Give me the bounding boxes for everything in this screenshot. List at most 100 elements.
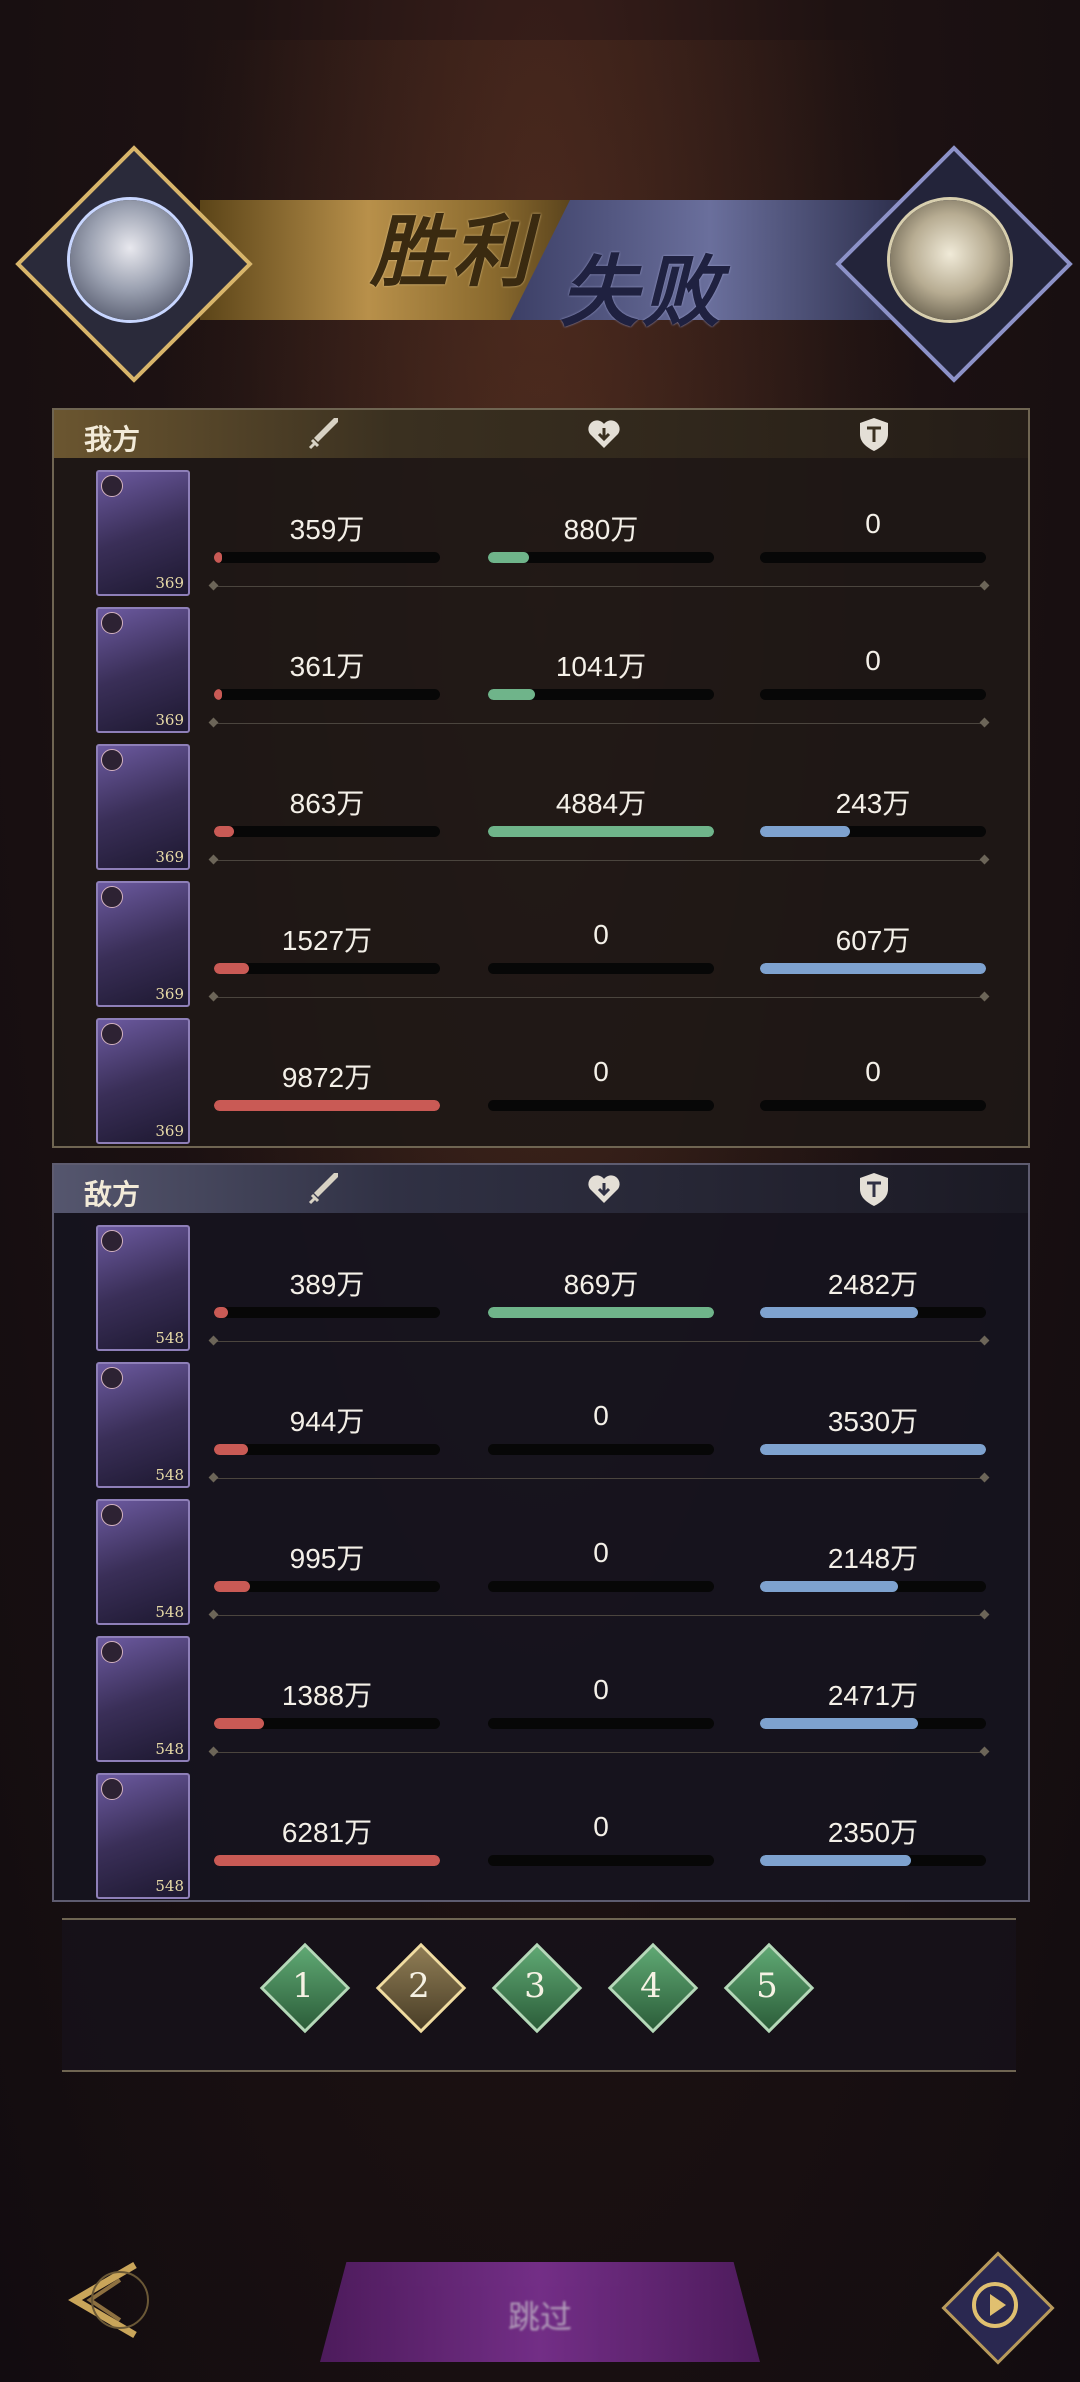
shield-stat-value: 2482万: [827, 1269, 919, 1300]
shield-stat-value: 2350万: [827, 1817, 919, 1848]
heal-stat-value: 869万: [563, 1269, 639, 1300]
hero-portrait[interactable]: 369: [96, 470, 190, 596]
damage-stat-bar-fill: [214, 1581, 250, 1592]
shield-stat-bar: [760, 1718, 986, 1729]
damage-stat: 9872万: [214, 1046, 440, 1111]
hero-class-badge-icon: [101, 1023, 123, 1045]
heal-stat: 0: [488, 1046, 714, 1111]
damage-stat: 389万: [214, 1253, 440, 1318]
hero-portrait[interactable]: 548: [96, 1773, 190, 1899]
heal-stat-bar-fill: [488, 1307, 714, 1318]
damage-stat-value: 944万: [289, 1406, 365, 1437]
hero-level: 369: [155, 848, 184, 866]
heal-stat: 0: [488, 1664, 714, 1729]
row-divider: [214, 1341, 984, 1342]
hero-class-badge-icon: [101, 1504, 123, 1526]
row-divider: [214, 1478, 984, 1479]
round-number: 4: [640, 1966, 662, 2006]
shield-stat-bar-fill: [760, 1307, 919, 1318]
damage-stat-bar: [214, 689, 440, 700]
hero-level: 548: [155, 1877, 184, 1895]
heal-stat-bar: [488, 1718, 714, 1729]
damage-stat-value: 389万: [289, 1269, 365, 1300]
damage-stat: 1527万: [214, 909, 440, 974]
hero-portrait[interactable]: 548: [96, 1636, 190, 1762]
heal-stat-bar: [488, 1100, 714, 1111]
shield-stat-value: 0: [865, 645, 881, 676]
our-team-title: 我方: [84, 424, 141, 455]
stats-row: 369 863万 4884万 243万: [54, 732, 1028, 870]
shield-stat-bar-fill: [760, 1444, 986, 1455]
round-button-5[interactable]: 5: [723, 1942, 815, 2034]
shield-stat-value: 3530万: [827, 1406, 919, 1437]
round-number: 3: [524, 1966, 546, 2006]
shield-stat-value: 0: [865, 1056, 881, 1087]
damage-stat: 361万: [214, 635, 440, 700]
heal-stat: 869万: [488, 1253, 714, 1318]
hero-class-badge-icon: [101, 612, 123, 634]
hero-portrait[interactable]: 369: [96, 881, 190, 1007]
row-divider: [214, 997, 984, 998]
stats-row: 369 359万 880万 0: [54, 458, 1028, 596]
round-button-2[interactable]: 2: [375, 1942, 467, 2034]
hero-class-badge-icon: [101, 1641, 123, 1663]
damage-stat-bar-fill: [214, 963, 250, 974]
skip-button[interactable]: 跳过: [320, 2262, 760, 2362]
shield-stat-bar: [760, 552, 986, 563]
heal-stat-bar: [488, 1444, 714, 1455]
heal-stat: 0: [488, 1390, 714, 1455]
heal-stat: 4884万: [488, 772, 714, 837]
damage-stat-value: 361万: [289, 651, 365, 682]
shield-stat-bar: [760, 963, 986, 974]
sword-icon: [308, 1173, 338, 1205]
result-header: 胜利 失败: [15, 145, 1073, 383]
damage-stat: 6281万: [214, 1801, 440, 1866]
shield-stat: 2148万: [760, 1527, 986, 1592]
heal-stat-value: 0: [593, 1056, 609, 1087]
stats-row: 369 9872万 0 0: [54, 1006, 1028, 1144]
shield-stat-bar: [760, 1444, 986, 1455]
damage-stat-bar-fill: [214, 1718, 264, 1729]
row-divider: [214, 1752, 984, 1753]
round-button-1[interactable]: 1: [259, 1942, 351, 2034]
damage-stat-bar: [214, 1307, 440, 1318]
hero-portrait[interactable]: 369: [96, 607, 190, 733]
round-button-3[interactable]: 3: [491, 1942, 583, 2034]
hero-class-badge-icon: [101, 475, 123, 497]
hero-level: 548: [155, 1329, 184, 1347]
shield-stat: 2350万: [760, 1801, 986, 1866]
damage-stat-bar-fill: [214, 552, 223, 563]
back-arrow-icon[interactable]: [40, 2250, 160, 2350]
shield-stat-bar: [760, 1100, 986, 1111]
damage-stat: 359万: [214, 498, 440, 563]
stats-row: 548 944万 0 3530万: [54, 1350, 1028, 1488]
our-team-header: 我方: [54, 410, 1028, 458]
shield-stat-value: 243万: [835, 788, 911, 819]
heal-stat-bar: [488, 1307, 714, 1318]
defeat-text: 失败: [560, 247, 725, 338]
hero-portrait[interactable]: 548: [96, 1499, 190, 1625]
our-team-panel: 我方 369 359万 880万 0 369 361万 1041万 0 369 863万 4884万…: [52, 408, 1030, 1148]
shield-stat: 2482万: [760, 1253, 986, 1318]
stats-row: 369 361万 1041万 0: [54, 595, 1028, 733]
stats-row: 548 995万 0 2148万: [54, 1487, 1028, 1625]
heal-stat-bar: [488, 1581, 714, 1592]
damage-stat: 944万: [214, 1390, 440, 1455]
replay-button[interactable]: [940, 2250, 1055, 2365]
round-selector: 1 2 3 4 5: [62, 1918, 1016, 2072]
hero-portrait[interactable]: 369: [96, 1018, 190, 1144]
damage-stat-bar: [214, 1100, 440, 1111]
stats-row: 548 389万 869万 2482万: [54, 1213, 1028, 1351]
hero-portrait[interactable]: 369: [96, 744, 190, 870]
round-number: 5: [756, 1966, 778, 2006]
shield-stat: 243万: [760, 772, 986, 837]
shield-stat-bar: [760, 826, 986, 837]
heal-stat: 0: [488, 909, 714, 974]
hero-portrait[interactable]: 548: [96, 1362, 190, 1488]
heart-icon: [588, 1175, 620, 1203]
hero-class-badge-icon: [101, 749, 123, 771]
hero-portrait[interactable]: 548: [96, 1225, 190, 1351]
damage-stat-bar-fill: [214, 1100, 440, 1111]
round-button-4[interactable]: 4: [607, 1942, 699, 2034]
skip-button-label: 跳过: [507, 2299, 572, 2335]
